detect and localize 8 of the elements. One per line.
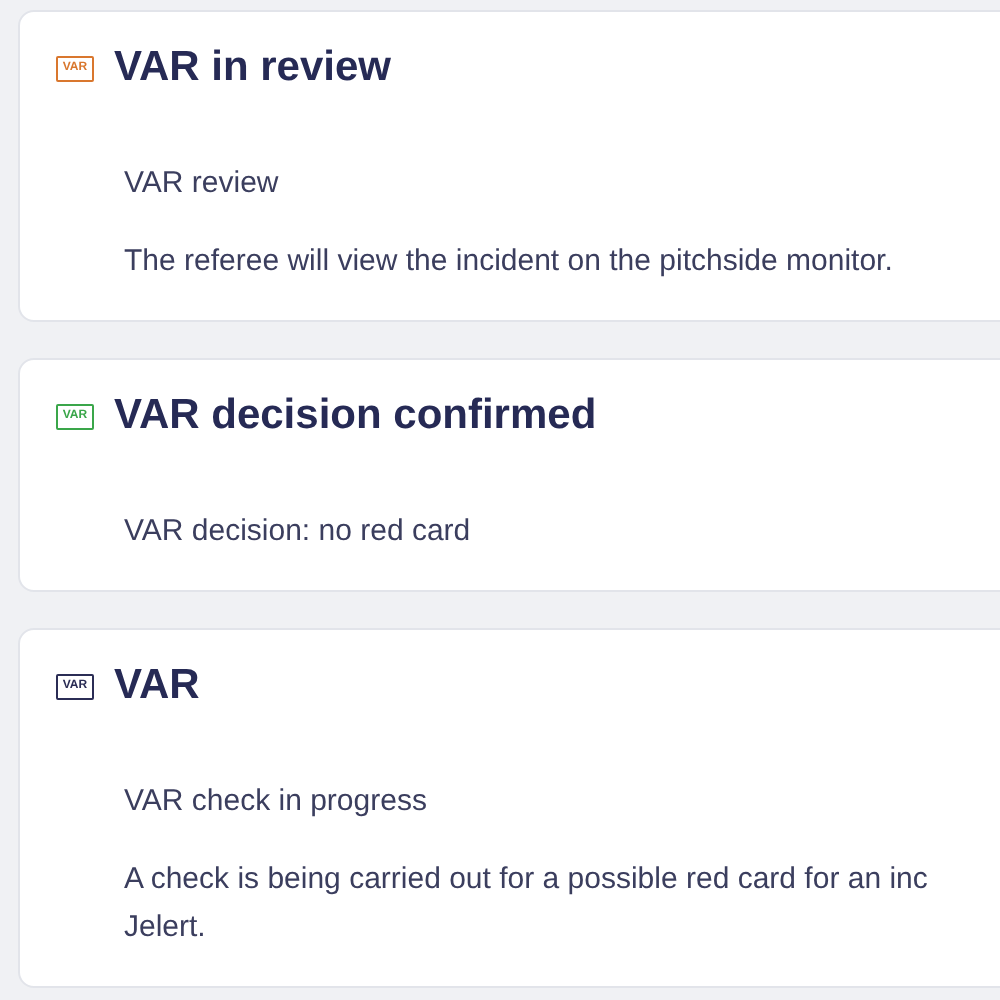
event-text: VAR decision: no red card: [124, 512, 473, 552]
event-text: The referee will view the incident on the pitchside monitor.: [124, 242, 895, 282]
event-title: VAR in review: [114, 44, 391, 92]
event-title: VAR: [114, 662, 200, 710]
event-text: A check is being carried out for a possible red card for an inc Jelert.: [124, 860, 930, 948]
event-title: VAR decision confirmed: [114, 392, 597, 440]
event-text: VAR review: [124, 164, 281, 204]
event-text: VAR check in progress: [124, 782, 429, 822]
